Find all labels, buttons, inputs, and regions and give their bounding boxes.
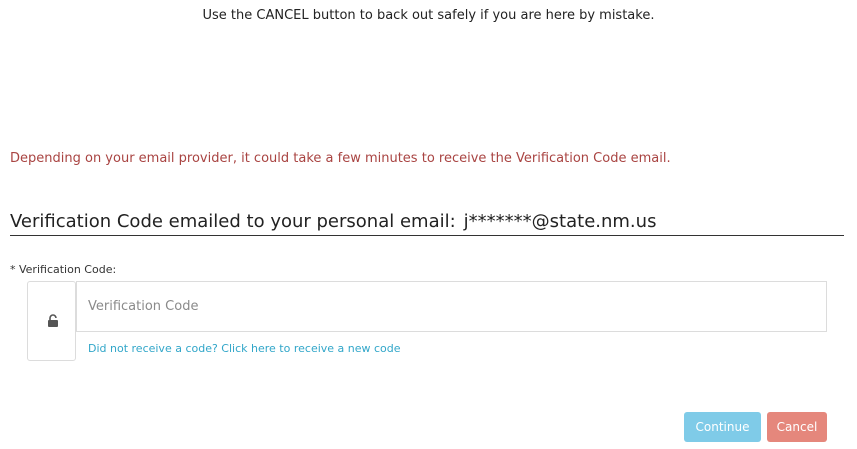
- verification-heading: Verification Code emailed to your person…: [10, 211, 844, 236]
- continue-button[interactable]: Continue: [684, 412, 761, 442]
- email-delay-warning: Depending on your email provider, it cou…: [10, 151, 671, 166]
- cancel-notice: Use the CANCEL button to back out safely…: [202, 8, 655, 23]
- lock-addon: [27, 281, 76, 361]
- masked-email: j*******@state.nm.us: [463, 211, 657, 232]
- verification-code-input[interactable]: [76, 281, 827, 332]
- unlocked-padlock-icon: [48, 314, 58, 327]
- verification-page: Use the CANCEL button to back out safely…: [0, 0, 857, 449]
- verification-code-label: * Verification Code:: [10, 263, 117, 276]
- cancel-button[interactable]: Cancel: [767, 412, 827, 442]
- resend-code-link[interactable]: Did not receive a code? Click here to re…: [88, 342, 401, 355]
- heading-text: Verification Code emailed to your person…: [10, 211, 456, 232]
